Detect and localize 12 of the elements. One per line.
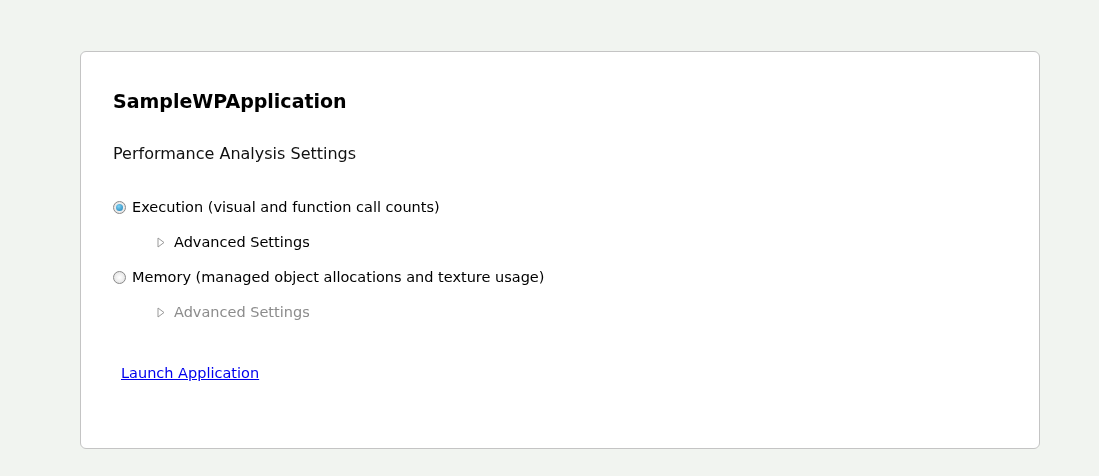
radio-option[interactable]: Memory (managed object allocations and texture usage) [113, 267, 545, 287]
radio-button[interactable] [113, 270, 126, 284]
expand-triangle-icon [157, 236, 165, 248]
option-label: Execution (visual and function call counts) [132, 199, 440, 215]
expand-triangle-icon [157, 306, 165, 318]
option-label: Memory (managed object allocations and texture usage) [132, 269, 545, 285]
radio-option[interactable]: Execution (visual and function call counts) [113, 197, 545, 217]
advanced-settings-expander[interactable]: Advanced Settings [157, 234, 545, 250]
app-title: SampleWPApplication [113, 90, 347, 112]
section-heading: Performance Analysis Settings [113, 144, 357, 163]
launch-link[interactable]: Launch Application [121, 365, 260, 381]
radio-button[interactable] [113, 200, 126, 214]
